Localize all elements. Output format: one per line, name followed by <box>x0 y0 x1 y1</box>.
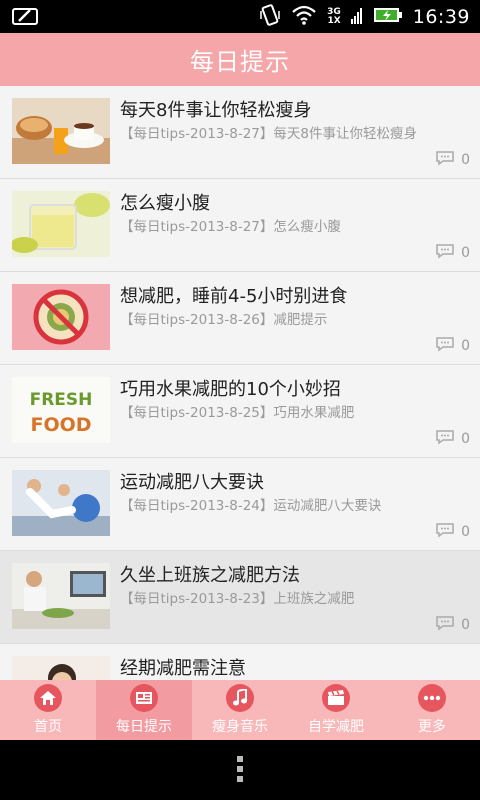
network-indicator: 3G 1X <box>327 7 341 26</box>
article-summary: 【每日tips-2013-8-27】怎么瘦小腹 <box>120 219 341 235</box>
article-title: 经期减肥需注意 <box>120 658 246 679</box>
article-summary: 【每日tips-2013-8-26】减肥提示 <box>120 312 328 328</box>
app-header: 每日提示 <box>0 33 480 86</box>
tab-daily-tips[interactable]: 每日提示 <box>96 680 192 740</box>
more-icon <box>418 684 446 712</box>
comment-count: 0 <box>435 522 470 542</box>
newspaper-icon <box>130 684 158 712</box>
network-type-bottom: 1X <box>327 15 341 26</box>
list-item[interactable]: 想减肥，睡前4-5小时别进食 【每日tips-2013-8-26】减肥提示 0 <box>0 272 480 365</box>
article-title: 运动减肥八大要诀 <box>120 472 264 493</box>
wifi-icon <box>291 5 317 29</box>
article-thumbnail <box>12 656 110 680</box>
comment-count-value: 0 <box>461 524 470 540</box>
article-thumbnail <box>12 284 110 350</box>
music-icon <box>226 684 254 712</box>
article-title: 每天8件事让你轻松瘦身 <box>120 100 312 121</box>
comment-icon <box>435 243 455 263</box>
article-summary: 【每日tips-2013-8-24】运动减肥八大要诀 <box>120 498 382 514</box>
thumb-text-fresh: FRESH <box>30 390 93 410</box>
signal-icon <box>350 5 363 29</box>
comment-count-value: 0 <box>461 338 470 354</box>
app-screen: 3G 1X 16:39 每日提示 每天8件事让你轻松瘦身 【每日tips-201… <box>0 0 480 800</box>
article-summary: 【每日tips-2013-8-23】上班族之减肥 <box>120 591 355 607</box>
list-item[interactable]: 每天8件事让你轻松瘦身 【每日tips-2013-8-27】每天8件事让你轻松瘦… <box>0 86 480 179</box>
comment-count-value: 0 <box>461 431 470 447</box>
list-item[interactable]: FRESH FOOD 巧用水果减肥的10个小妙招 【每日tips-2013-8-… <box>0 365 480 458</box>
article-thumbnail: FRESH FOOD <box>12 377 110 443</box>
bottom-tab-bar: 首页 每日提示 瘦身音乐 自学减肥 更多 <box>0 680 480 740</box>
article-list[interactable]: 每天8件事让你轻松瘦身 【每日tips-2013-8-27】每天8件事让你轻松瘦… <box>0 86 480 680</box>
vibrate-icon <box>259 3 281 31</box>
home-icon <box>34 684 62 712</box>
tab-label: 更多 <box>418 719 446 735</box>
tab-label: 首页 <box>34 719 62 735</box>
article-title: 想减肥，睡前4-5小时别进食 <box>120 286 348 307</box>
list-item[interactable]: 久坐上班族之减肥方法 【每日tips-2013-8-23】上班族之减肥 0 <box>0 551 480 644</box>
comment-count: 0 <box>435 243 470 263</box>
tab-label: 瘦身音乐 <box>212 719 268 735</box>
status-bar: 3G 1X 16:39 <box>0 0 480 33</box>
thumb-text-food: FOOD <box>30 414 91 436</box>
tab-home[interactable]: 首页 <box>0 680 96 740</box>
notification-icon <box>12 6 38 30</box>
tab-music[interactable]: 瘦身音乐 <box>192 680 288 740</box>
list-item[interactable]: 运动减肥八大要诀 【每日tips-2013-8-24】运动减肥八大要诀 0 <box>0 458 480 551</box>
tab-self-study[interactable]: 自学减肥 <box>288 680 384 740</box>
article-summary: 【每日tips-2013-8-25】巧用水果减肥 <box>120 405 355 421</box>
comment-count: 0 <box>435 336 470 356</box>
battery-charging-icon <box>373 6 403 28</box>
article-thumbnail <box>12 563 110 629</box>
article-thumbnail <box>12 191 110 257</box>
article-title: 怎么瘦小腹 <box>120 193 210 214</box>
comment-count: 0 <box>435 615 470 635</box>
list-item[interactable]: 怎么瘦小腹 【每日tips-2013-8-27】怎么瘦小腹 0 <box>0 179 480 272</box>
comment-count: 0 <box>435 429 470 449</box>
tab-label: 每日提示 <box>116 719 172 735</box>
comment-icon <box>435 150 455 170</box>
comment-count-value: 0 <box>461 245 470 261</box>
article-thumbnail <box>12 470 110 536</box>
article-title: 巧用水果减肥的10个小妙招 <box>120 379 341 400</box>
system-nav-bar <box>0 740 480 800</box>
tab-more[interactable]: 更多 <box>384 680 480 740</box>
comment-count-value: 0 <box>461 152 470 168</box>
comment-icon <box>435 336 455 356</box>
article-summary: 【每日tips-2013-8-27】每天8件事让你轻松瘦身 <box>120 126 417 142</box>
comment-count-value: 0 <box>461 617 470 633</box>
page-title: 每日提示 <box>190 48 290 76</box>
tab-label: 自学减肥 <box>308 719 364 735</box>
comment-count: 0 <box>435 150 470 170</box>
comment-icon <box>435 615 455 635</box>
article-thumbnail <box>12 98 110 164</box>
clapper-icon <box>322 684 350 712</box>
list-item[interactable]: 经期减肥需注意 <box>0 644 480 680</box>
comment-icon <box>435 429 455 449</box>
clock: 16:39 <box>412 5 470 28</box>
overflow-menu-icon[interactable] <box>237 756 243 786</box>
comment-icon <box>435 522 455 542</box>
article-title: 久坐上班族之减肥方法 <box>120 565 300 586</box>
